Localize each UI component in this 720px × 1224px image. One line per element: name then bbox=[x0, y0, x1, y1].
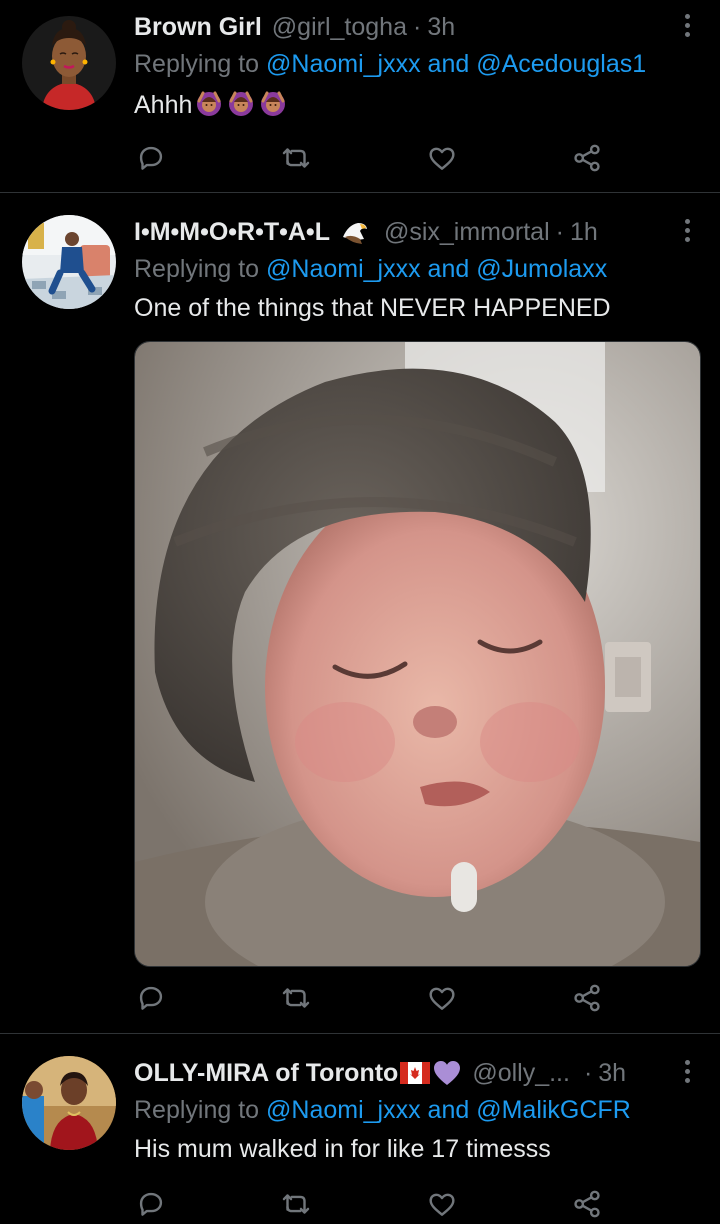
replying-to-label: Replying to bbox=[134, 255, 267, 283]
retweet-icon[interactable] bbox=[279, 981, 313, 1015]
woman-gesturing-ok-icon bbox=[261, 91, 286, 116]
more-options-icon[interactable] bbox=[672, 213, 702, 247]
mention-link[interactable]: @Jumolaxx bbox=[476, 255, 607, 283]
mention-and: and bbox=[420, 1096, 477, 1124]
woman-gesturing-ok-icon bbox=[229, 91, 254, 116]
separator-dot: · bbox=[583, 1058, 593, 1087]
mention-link[interactable]: @Naomi_jxxx bbox=[266, 50, 421, 78]
tweet-1[interactable]: Brown Girl @girl_togha · 3h Replying to … bbox=[0, 0, 720, 192]
retweet-icon[interactable] bbox=[279, 141, 313, 175]
share-icon[interactable] bbox=[570, 141, 604, 175]
tweet-header: I•M•M•O•R•T•A•L @six_immortal · 1h bbox=[134, 215, 696, 249]
mention-link[interactable]: @Acedouglas1 bbox=[476, 50, 646, 78]
like-icon[interactable] bbox=[425, 1187, 459, 1221]
display-name[interactable]: OLLY-MIRA of Toronto bbox=[134, 1059, 398, 1088]
replying-to: Replying to @Naomi_jxxx and @Jumolaxx bbox=[134, 255, 696, 284]
tweet-media-image[interactable] bbox=[134, 341, 701, 967]
share-icon[interactable] bbox=[570, 981, 604, 1015]
like-icon[interactable] bbox=[425, 141, 459, 175]
avatar[interactable] bbox=[22, 16, 116, 110]
tweet-text: One of the things that NEVER HAPPENED bbox=[134, 294, 611, 322]
woman-gesturing-ok-icon bbox=[197, 91, 222, 116]
tweet-3[interactable]: OLLY-MIRA of Toronto @olly_... · 3h Repl… bbox=[0, 1034, 720, 1218]
timestamp[interactable]: 3h bbox=[598, 1059, 626, 1088]
purple-heart-icon bbox=[434, 1061, 461, 1085]
replying-to-label: Replying to bbox=[134, 50, 267, 78]
separator-dot: · bbox=[555, 217, 564, 246]
like-icon[interactable] bbox=[425, 981, 459, 1015]
user-handle[interactable]: @six_immortal bbox=[384, 218, 550, 247]
tweet-header: Brown Girl @girl_togha · 3h bbox=[134, 10, 696, 44]
mention-link[interactable]: @Naomi_jxxx bbox=[266, 255, 421, 283]
tweet-text: His mum walked in for like 17 timesss bbox=[134, 1135, 551, 1163]
canada-flag-icon bbox=[400, 1062, 431, 1084]
separator-dot: · bbox=[412, 12, 422, 41]
tweet-actions bbox=[134, 978, 604, 1018]
tweet-header: OLLY-MIRA of Toronto @olly_... · 3h bbox=[134, 1056, 696, 1090]
baby-photo bbox=[135, 342, 700, 966]
reply-icon[interactable] bbox=[134, 141, 168, 175]
more-options-icon[interactable] bbox=[672, 8, 702, 42]
tweet-actions bbox=[134, 1184, 604, 1224]
user-handle[interactable]: @girl_togha bbox=[272, 13, 407, 42]
avatar[interactable] bbox=[22, 1056, 116, 1150]
timestamp[interactable]: 1h bbox=[570, 218, 598, 247]
eagle-icon bbox=[342, 223, 367, 244]
timestamp[interactable]: 3h bbox=[427, 13, 455, 42]
display-name[interactable]: I•M•M•O•R•T•A•L bbox=[134, 218, 330, 247]
retweet-icon[interactable] bbox=[279, 1187, 313, 1221]
avatar[interactable] bbox=[22, 215, 116, 309]
tweet-2[interactable]: I•M•M•O•R•T•A•L @six_immortal · 1h Reply… bbox=[0, 193, 720, 1033]
tweet-text-body: Ahhh bbox=[134, 91, 193, 119]
tweet-text: Ahhh bbox=[134, 89, 696, 120]
more-options-icon[interactable] bbox=[672, 1054, 702, 1088]
share-icon[interactable] bbox=[570, 1187, 604, 1221]
replying-to: Replying to @Naomi_jxxx and @MalikGCFR bbox=[134, 1096, 696, 1125]
tweet-actions bbox=[134, 138, 604, 178]
mention-link[interactable]: @Naomi_jxxx bbox=[266, 1096, 421, 1124]
reply-icon[interactable] bbox=[134, 1187, 168, 1221]
replying-to: Replying to @Naomi_jxxx and @Acedouglas1 bbox=[134, 50, 696, 79]
mention-link[interactable]: @MalikGCFR bbox=[476, 1096, 631, 1124]
mention-and: and bbox=[420, 50, 477, 78]
mention-and: and bbox=[420, 255, 477, 283]
replying-to-label: Replying to bbox=[134, 1096, 267, 1124]
reply-icon[interactable] bbox=[134, 981, 168, 1015]
display-name[interactable]: Brown Girl bbox=[134, 13, 262, 42]
user-handle[interactable]: @olly_... bbox=[472, 1059, 570, 1088]
